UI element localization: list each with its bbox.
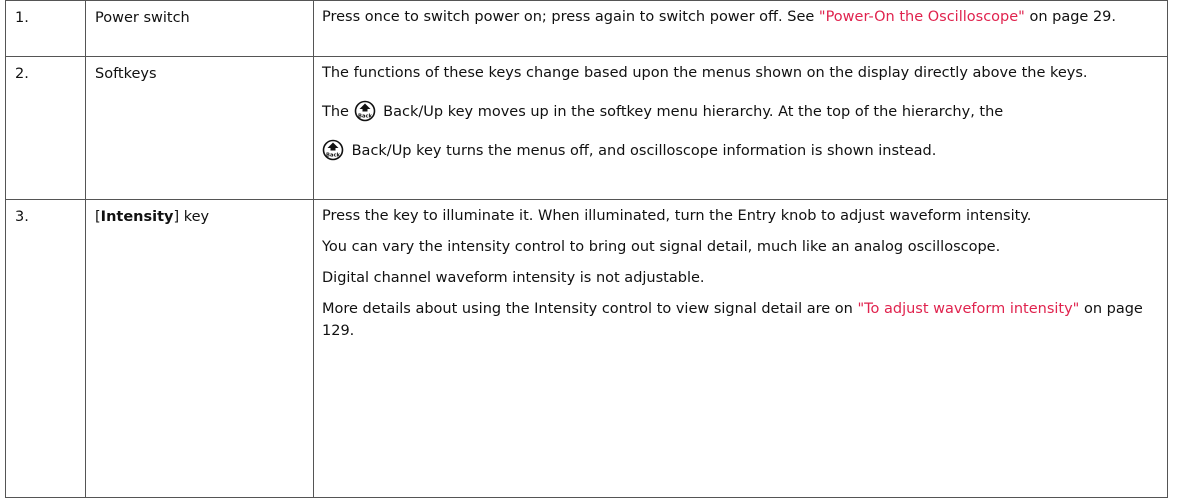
power-on-link[interactable]: "Power-On the Oscilloscope" bbox=[819, 9, 1025, 25]
description-paragraph: Digital channel waveform intensity is no… bbox=[322, 270, 705, 286]
description-paragraph: The functions of these keys change based… bbox=[322, 65, 1088, 81]
control-name: Power switch bbox=[85, 0, 314, 57]
description-text: on page 29. bbox=[1024, 9, 1117, 25]
back-up-icon: Back bbox=[322, 139, 344, 168]
row-number: 3. bbox=[5, 199, 86, 498]
control-description: The functions of these keys change based… bbox=[313, 56, 1168, 200]
intensity-key-label: Intensity bbox=[100, 209, 174, 225]
description-text: Back/Up key moves up in the softkey menu… bbox=[378, 104, 1004, 120]
description-text: Back/Up key turns the menus off, and osc… bbox=[347, 143, 937, 159]
description-paragraph: More details about using the Intensity c… bbox=[322, 298, 1157, 342]
description-paragraph: You can vary the intensity control to br… bbox=[322, 239, 1001, 255]
front-panel-controls-table: 1. Power switch Press once to switch pow… bbox=[0, 0, 1177, 498]
description-text: More details about using the Intensity c… bbox=[322, 301, 858, 317]
table-row: 2. Softkeys The functions of these keys … bbox=[5, 56, 1168, 200]
control-name: [Intensity] key bbox=[85, 199, 314, 498]
back-icon-label: Back bbox=[326, 153, 341, 159]
control-description: Press once to switch power on; press aga… bbox=[313, 0, 1168, 57]
back-up-icon: Back bbox=[354, 100, 376, 129]
row-number: 2. bbox=[5, 56, 86, 200]
adjust-intensity-link[interactable]: "To adjust waveform intensity" bbox=[857, 301, 1079, 317]
row-number: 1. bbox=[5, 0, 86, 57]
table-row: 3. [Intensity] key Press the key to illu… bbox=[5, 199, 1168, 498]
description-paragraph: Back Back/Up key turns the menus off, an… bbox=[322, 139, 1157, 168]
table-row: 1. Power switch Press once to switch pow… bbox=[5, 0, 1168, 57]
back-icon-label: Back bbox=[358, 114, 373, 120]
control-name: Softkeys bbox=[85, 56, 314, 200]
description-text: The bbox=[322, 104, 354, 120]
description-text: Press once to switch power on; press aga… bbox=[322, 9, 819, 25]
description-paragraph: Press once to switch power on; press aga… bbox=[322, 6, 1157, 28]
description-paragraph: The Back Back/Up key moves up in the sof… bbox=[322, 100, 1157, 129]
bracket-close: ] key bbox=[173, 209, 210, 225]
control-description: Press the key to illuminate it. When ill… bbox=[313, 199, 1168, 498]
description-paragraph: Press the key to illuminate it. When ill… bbox=[322, 208, 1032, 224]
